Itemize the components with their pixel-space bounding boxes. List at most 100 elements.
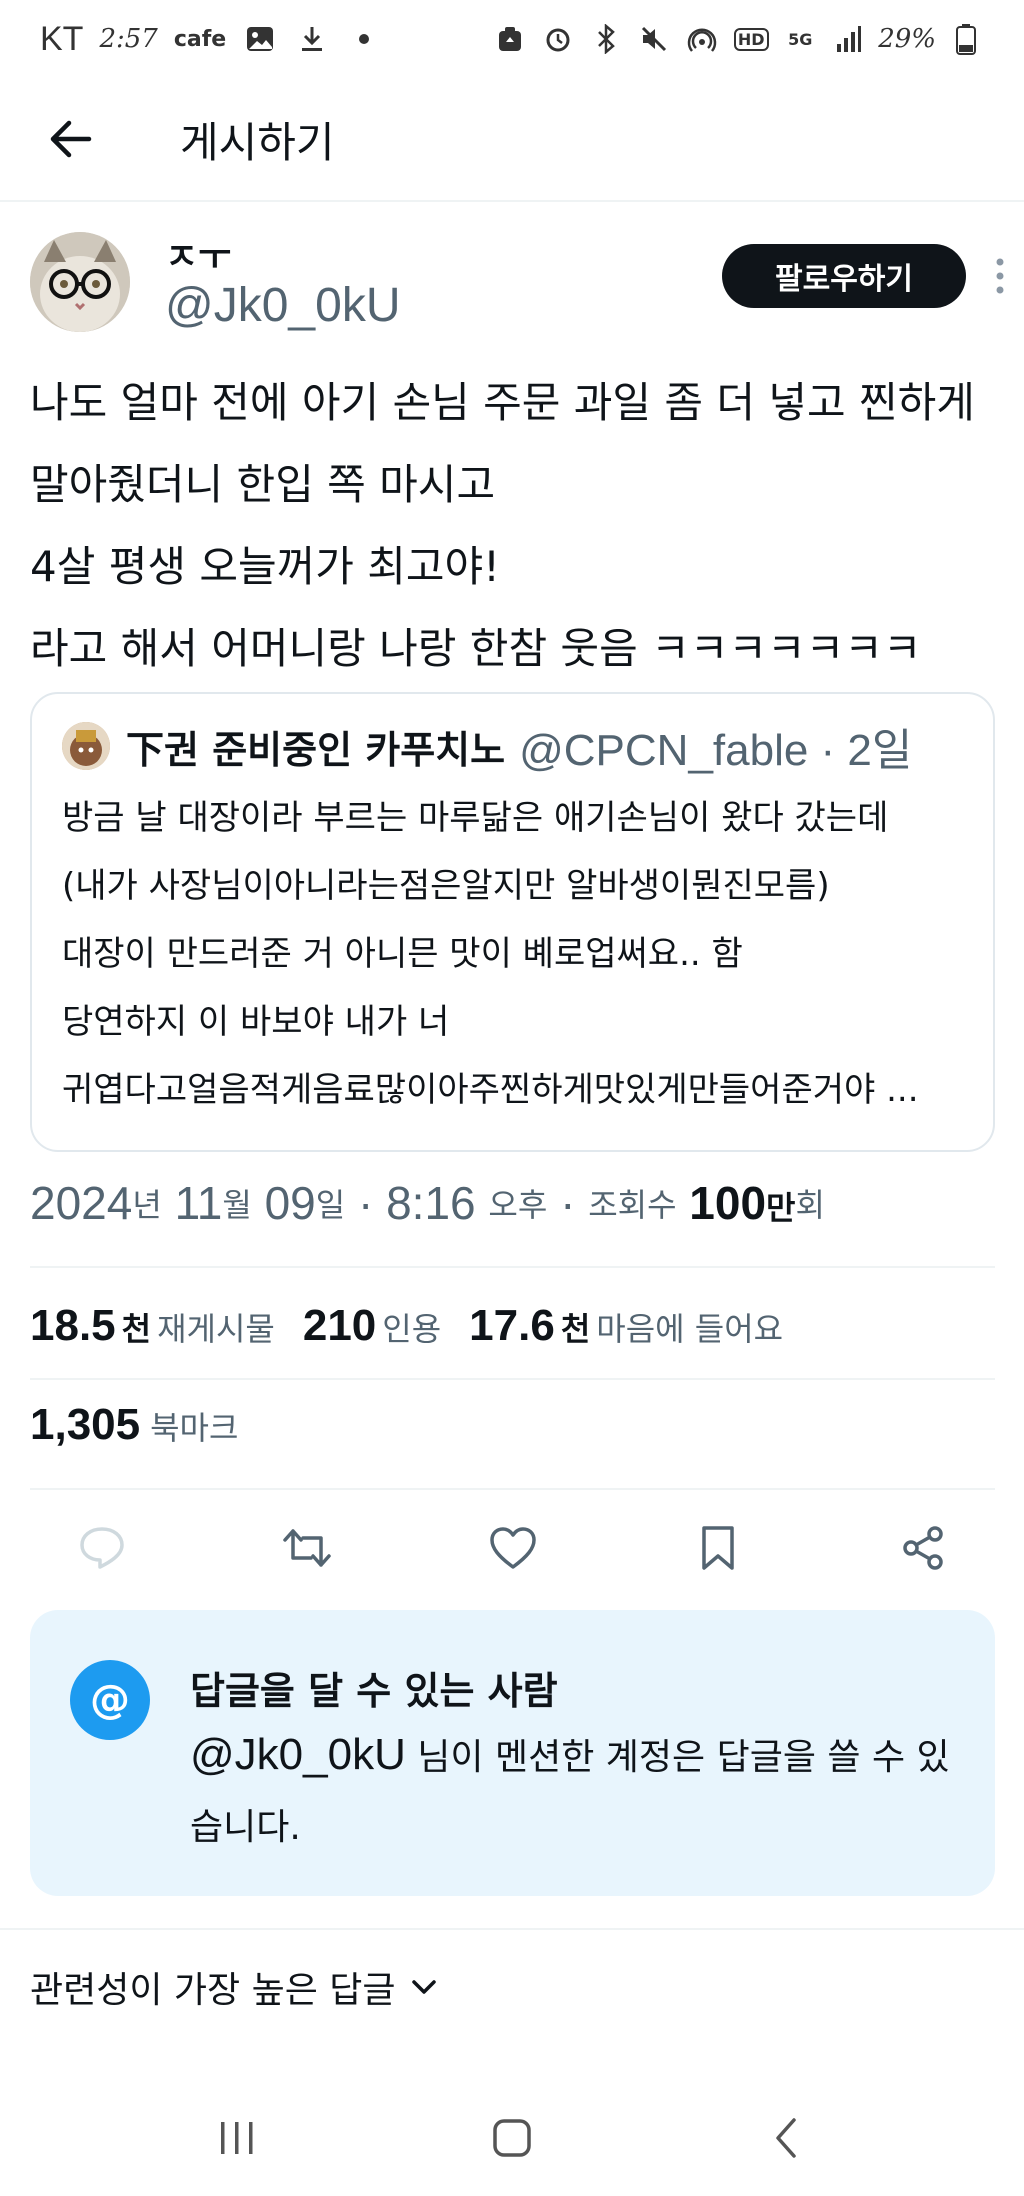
author-display-name[interactable]: ㅈㅜ bbox=[165, 228, 231, 280]
chevron-down-icon bbox=[411, 1980, 436, 1994]
likes-stat[interactable]: 17.6 천 마음에 들어요 bbox=[469, 1301, 783, 1351]
reply-restriction-card: @ 답글을 달 수 있는 사람 @Jk0_0kU 님이 멘션한 계정은 답글을 … bbox=[30, 1610, 995, 1896]
quoted-text-line: 대장이 만드러준 거 아니믄 맛이 볘로업써요.. 함 bbox=[62, 934, 743, 974]
day-unit: 일 bbox=[315, 1186, 346, 1224]
battery-percent: 29% bbox=[878, 24, 936, 54]
quoted-text-line: 귀엽다고얼음적게음료많이아주찐하게맛있게만들어준거야 ... bbox=[62, 1070, 919, 1110]
ampm: 오후 bbox=[488, 1186, 548, 1224]
carrier-label: KT bbox=[40, 19, 84, 58]
mention-icon: @ bbox=[70, 1660, 150, 1740]
mention-handle[interactable]: @Jk0_0kU bbox=[190, 1730, 406, 1779]
quoted-text-line: (내가 사장님이아니라는점은알지만 알바생이뭔진모름) bbox=[62, 866, 830, 906]
network-5g-icon: 5G bbox=[782, 21, 818, 57]
author-handle[interactable]: @Jk0_0kU bbox=[165, 278, 400, 333]
quoted-author-name: 下권 준비중인 카푸치노 bbox=[126, 727, 506, 772]
quotes-num: 210 bbox=[302, 1301, 377, 1350]
quoted-post-card[interactable]: 下권 준비중인 카푸치노 @CPCN_fable · 2일 방금 날 대장이라 … bbox=[30, 692, 995, 1152]
chevron-left-icon bbox=[775, 2118, 796, 2158]
recycle-icon bbox=[492, 21, 528, 57]
divider bbox=[30, 1488, 995, 1490]
hd-label: HD bbox=[733, 27, 769, 51]
post-stats: 18.5 천 재게시물 210 인용 17.6 천 마음에 들어요 bbox=[30, 1290, 783, 1362]
views-suffix: 회 bbox=[795, 1186, 825, 1224]
recent-apps-button[interactable] bbox=[197, 2098, 277, 2178]
quoted-text-line: 당연하지 이 바보야 내가 너 bbox=[62, 1002, 450, 1042]
reply-restriction-title: 답글을 달 수 있는 사람 bbox=[190, 1669, 558, 1713]
clock: 2:57 bbox=[99, 24, 158, 54]
bluetooth-icon bbox=[588, 21, 624, 57]
share-button[interactable] bbox=[891, 1516, 955, 1580]
bookmarks-stat[interactable]: 1,305 북마크 bbox=[30, 1400, 238, 1472]
post-text-line: 나도 얼마 전에 아기 손님 주문 과일 좀 더 넣고 찐하게 bbox=[30, 378, 975, 427]
divider bbox=[0, 1928, 1024, 1930]
time: 8:16 bbox=[386, 1177, 476, 1229]
reposts-stat[interactable]: 18.5 천 재게시물 bbox=[30, 1301, 275, 1351]
bookmarks-label: 북마크 bbox=[150, 1409, 239, 1447]
network-label: 5G bbox=[788, 29, 813, 49]
views-unit: 만 bbox=[766, 1189, 796, 1227]
recent-apps-icon bbox=[221, 2122, 253, 2154]
battery-icon bbox=[948, 21, 984, 57]
post-timestamp: 2024 년 11 월 09 일 · 8:16 오후 · 조회수 100만 회 bbox=[30, 1168, 825, 1238]
download-icon bbox=[294, 21, 330, 57]
cafe-notification-label: cafe bbox=[173, 26, 227, 52]
post-text-line: 4살 평생 오늘꺼가 최고야! bbox=[30, 542, 501, 591]
quoted-author-avatar bbox=[62, 722, 110, 770]
heart-icon bbox=[489, 1527, 536, 1569]
separator: · bbox=[560, 1177, 576, 1229]
reposts-label: 재게시물 bbox=[157, 1310, 275, 1348]
views-num: 100 bbox=[689, 1177, 767, 1229]
back-arrow-icon bbox=[50, 120, 92, 158]
likes-num: 17.6 bbox=[469, 1301, 555, 1350]
gallery-icon bbox=[242, 21, 278, 57]
likes-label: 마음에 들어요 bbox=[596, 1310, 784, 1348]
cat-with-glasses-icon bbox=[30, 232, 130, 332]
reply-bubble-icon bbox=[80, 1527, 124, 1569]
reposts-unit: 천 bbox=[121, 1310, 152, 1348]
repost-icon bbox=[283, 1529, 331, 1567]
views-count[interactable]: 100만 bbox=[689, 1176, 795, 1230]
mute-icon bbox=[636, 21, 672, 57]
quoted-author-handle-time: @CPCN_fable · 2일 bbox=[519, 726, 913, 775]
post-text-line: 말아줬더니 한입 쪽 마시고 bbox=[30, 460, 496, 509]
likes-unit: 천 bbox=[560, 1310, 591, 1348]
year-unit: 년 bbox=[132, 1186, 162, 1224]
home-square-icon bbox=[493, 2119, 531, 2157]
home-button[interactable] bbox=[472, 2098, 552, 2178]
year: 2024 bbox=[30, 1177, 133, 1229]
back-button[interactable] bbox=[30, 99, 110, 179]
author-avatar[interactable] bbox=[30, 232, 130, 332]
month-unit: 월 bbox=[222, 1186, 252, 1224]
character-avatar-icon bbox=[62, 722, 110, 770]
more-options-button[interactable] bbox=[980, 248, 1020, 304]
follow-button[interactable]: 팔로우하기 bbox=[722, 244, 966, 308]
share-icon bbox=[903, 1526, 943, 1570]
signal-icon bbox=[830, 21, 866, 57]
more-vertical-icon bbox=[996, 258, 1004, 294]
top-header: 게시하기 bbox=[0, 78, 1024, 202]
reposts-num: 18.5 bbox=[30, 1301, 116, 1350]
system-back-button[interactable] bbox=[747, 2098, 827, 2178]
quotes-stat[interactable]: 210 인용 bbox=[303, 1301, 441, 1351]
quoted-text-line: 방금 날 대장이라 부르는 마루닮은 애기손님이 왔다 갔는데 bbox=[62, 798, 889, 838]
hd-icon: HD bbox=[732, 21, 770, 57]
month: 11 bbox=[174, 1177, 223, 1229]
bookmark-button[interactable] bbox=[686, 1516, 750, 1580]
repost-button[interactable] bbox=[275, 1516, 339, 1580]
post-author: ㅈㅜ @Jk0_0kU 팔로우하기 bbox=[30, 228, 1004, 340]
reply-sort-label: 관련성이 가장 높은 답글 bbox=[30, 1970, 396, 2011]
divider bbox=[30, 1378, 995, 1380]
bookmark-icon bbox=[702, 1526, 734, 1570]
quotes-label: 인용 bbox=[382, 1310, 442, 1348]
post-text-line: 라고 해서 어머니랑 나랑 한참 웃음 ㅋㅋㅋㅋㅋㅋㅋ bbox=[30, 624, 922, 673]
status-bar: KT 2:57 cafe HD 5G 29% bbox=[0, 0, 1024, 78]
post-text: 나도 얼마 전에 아기 손님 주문 과일 좀 더 넣고 찐하게 말아줬더니 한입… bbox=[30, 362, 1000, 690]
alarm-icon bbox=[540, 21, 576, 57]
reply-button[interactable] bbox=[70, 1516, 134, 1580]
separator: · bbox=[357, 1177, 374, 1229]
day: 09 bbox=[264, 1177, 316, 1229]
dot-icon bbox=[346, 21, 382, 57]
reply-sort-dropdown[interactable]: 관련성이 가장 높은 답글 bbox=[30, 1952, 438, 2022]
divider bbox=[30, 1266, 995, 1268]
like-button[interactable] bbox=[481, 1516, 545, 1580]
